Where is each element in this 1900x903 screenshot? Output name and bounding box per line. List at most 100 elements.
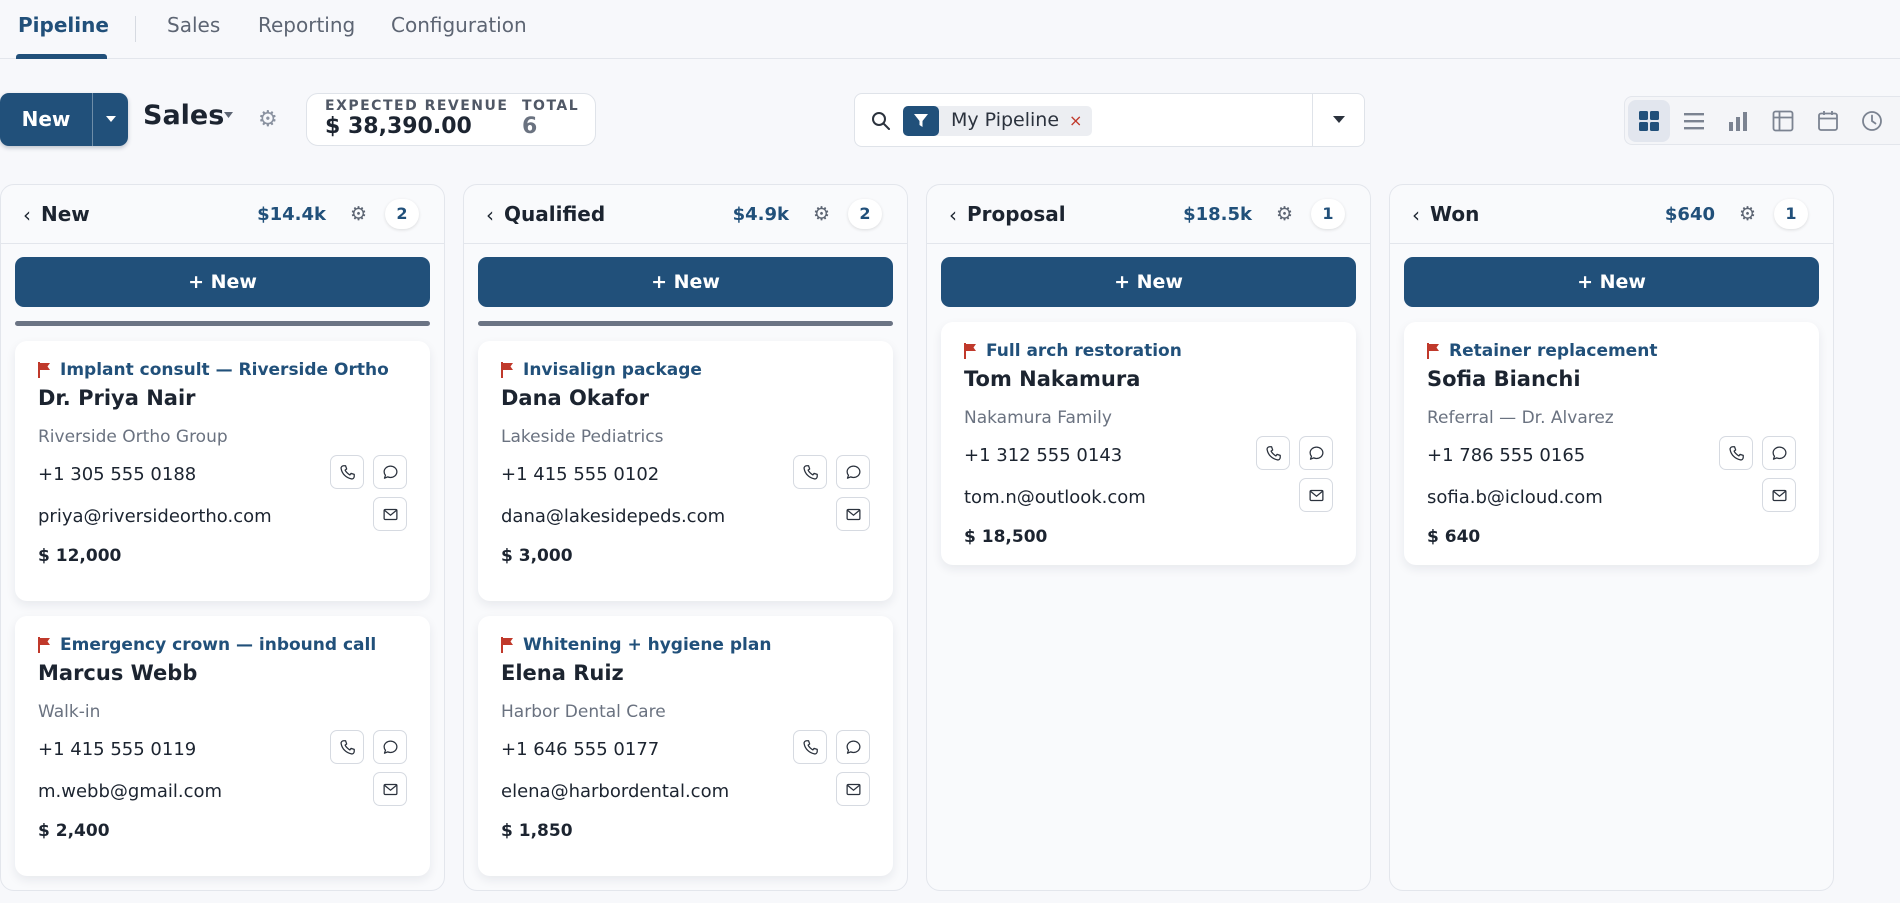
facet-label: My Pipeline — [951, 109, 1060, 131]
nav-configuration[interactable]: Configuration — [391, 13, 527, 37]
collapse-column-chevron-icon[interactable]: ‹ — [486, 203, 494, 227]
kanban-view-button[interactable] — [1628, 100, 1670, 142]
new-button[interactable]: New — [0, 93, 92, 146]
view-caret-icon[interactable] — [224, 112, 233, 119]
call-button[interactable] — [1719, 436, 1753, 470]
chat-icon — [846, 740, 861, 754]
email-button[interactable] — [373, 497, 407, 531]
column-count-badge: 2 — [848, 199, 882, 229]
envelope-icon — [1309, 489, 1324, 502]
opportunity-title: Full arch restoration — [986, 341, 1182, 361]
calendar-view-button[interactable] — [1807, 100, 1849, 142]
column-settings-gear-icon[interactable]: ⚙ — [350, 203, 367, 225]
email-button[interactable] — [1299, 478, 1333, 512]
column-proposal: ‹ Proposal $18.5k ⚙ 1 + New Full arch re… — [926, 184, 1371, 891]
caret-down-icon — [1333, 116, 1345, 123]
expected-revenue: $ 3,000 — [501, 546, 573, 566]
column-quick-create-button[interactable]: + New — [941, 257, 1356, 307]
call-button[interactable] — [1256, 436, 1290, 470]
collapse-column-chevron-icon[interactable]: ‹ — [949, 203, 957, 227]
flag-icon — [964, 343, 976, 359]
message-button[interactable] — [373, 455, 407, 489]
chat-icon — [383, 740, 398, 754]
graph-icon — [1729, 112, 1747, 131]
chat-icon — [846, 465, 861, 479]
column-won: ‹ Won $640 ⚙ 1 + New Retainer replacemen… — [1389, 184, 1834, 891]
kanban-icon — [1639, 111, 1659, 131]
column-quick-create-button[interactable]: + New — [1404, 257, 1819, 307]
opportunity-title: Retainer replacement — [1449, 341, 1658, 361]
column-count-badge: 1 — [1311, 199, 1345, 229]
pivot-view-button[interactable] — [1762, 100, 1804, 142]
column-amount: $14.4k — [257, 204, 326, 225]
search-options-toggle[interactable] — [1312, 94, 1364, 146]
call-button[interactable] — [793, 455, 827, 489]
total-label: TOTAL — [522, 98, 580, 114]
nav-pipeline[interactable]: Pipeline — [18, 13, 109, 37]
expected-revenue: $ 18,500 — [964, 527, 1048, 547]
phone-icon — [340, 465, 355, 480]
column-quick-create-button[interactable]: + New — [15, 257, 430, 307]
opportunity-title: Implant consult — Riverside Ortho — [60, 360, 389, 380]
new-button-group: New — [0, 93, 128, 146]
kanban-card[interactable]: Invisalign package Dana Okafor Lakeside … — [478, 341, 893, 601]
call-button[interactable] — [330, 455, 364, 489]
kanban-card[interactable]: Full arch restoration Tom Nakamura Nakam… — [941, 322, 1356, 565]
collapse-column-chevron-icon[interactable]: ‹ — [23, 203, 31, 227]
phone-icon — [803, 465, 818, 480]
flag-icon — [38, 362, 50, 378]
message-button[interactable] — [373, 730, 407, 764]
email-button[interactable] — [1762, 478, 1796, 512]
revenue-summary: EXPECTED REVENUE $ 38,390.00 TOTAL 6 — [306, 93, 596, 146]
phone-number: +1 305 555 0188 — [38, 464, 197, 485]
envelope-icon — [383, 508, 398, 521]
new-dropdown-toggle[interactable] — [92, 93, 128, 146]
email-button[interactable] — [836, 772, 870, 806]
view-title[interactable]: Sales — [143, 100, 224, 131]
message-button[interactable] — [1299, 436, 1333, 470]
column-settings-gear-icon[interactable]: ⚙ — [1276, 203, 1293, 225]
remove-facet-button[interactable]: × — [1069, 111, 1082, 130]
graph-view-button[interactable] — [1717, 100, 1759, 142]
column-progress-bar — [15, 321, 430, 326]
call-button[interactable] — [330, 730, 364, 764]
activity-icon — [1862, 111, 1882, 131]
kanban-card[interactable]: Emergency crown — inbound call Marcus We… — [15, 616, 430, 876]
column-settings-gear-icon[interactable]: ⚙ — [1739, 203, 1756, 225]
flag-icon — [1427, 343, 1439, 359]
message-button[interactable] — [836, 455, 870, 489]
activity-view-button[interactable] — [1851, 100, 1893, 142]
view-settings-gear-icon[interactable]: ⚙ — [258, 109, 278, 131]
column-quick-create-button[interactable]: + New — [478, 257, 893, 307]
message-button[interactable] — [1762, 436, 1796, 470]
list-view-button[interactable] — [1673, 100, 1715, 142]
email-button[interactable] — [373, 772, 407, 806]
collapse-column-chevron-icon[interactable]: ‹ — [1412, 203, 1420, 227]
nav-sales[interactable]: Sales — [167, 13, 220, 37]
column-header: ‹ Proposal $18.5k ⚙ 1 — [927, 185, 1370, 244]
expected-revenue: $ 1,850 — [501, 821, 573, 841]
kanban-card[interactable]: Whitening + hygiene plan Elena Ruiz Harb… — [478, 616, 893, 876]
contact-name: Marcus Webb — [38, 661, 198, 685]
column-count-badge: 2 — [385, 199, 419, 229]
column-title: Proposal — [967, 202, 1066, 226]
email-button[interactable] — [836, 497, 870, 531]
column-header: ‹ Qualified $4.9k ⚙ 2 — [464, 185, 907, 244]
nav-reporting[interactable]: Reporting — [258, 13, 355, 37]
call-button[interactable] — [793, 730, 827, 764]
phone-icon — [340, 740, 355, 755]
opportunity-title: Invisalign package — [523, 360, 702, 380]
search-input[interactable] — [1101, 106, 1251, 136]
column-progress-bar — [478, 321, 893, 326]
column-title: New — [41, 202, 90, 226]
contact-name: Dr. Priya Nair — [38, 386, 196, 410]
column-qualified: ‹ Qualified $4.9k ⚙ 2 + New Invisalign p… — [463, 184, 908, 891]
column-count-badge: 1 — [1774, 199, 1808, 229]
message-button[interactable] — [836, 730, 870, 764]
kanban-card[interactable]: Implant consult — Riverside Ortho Dr. Pr… — [15, 341, 430, 601]
company-name: Nakamura Family — [964, 408, 1112, 428]
column-settings-gear-icon[interactable]: ⚙ — [813, 203, 830, 225]
kanban-card[interactable]: Retainer replacement Sofia Bianchi Refer… — [1404, 322, 1819, 565]
contact-name: Tom Nakamura — [964, 367, 1141, 391]
caret-down-icon — [106, 116, 116, 122]
